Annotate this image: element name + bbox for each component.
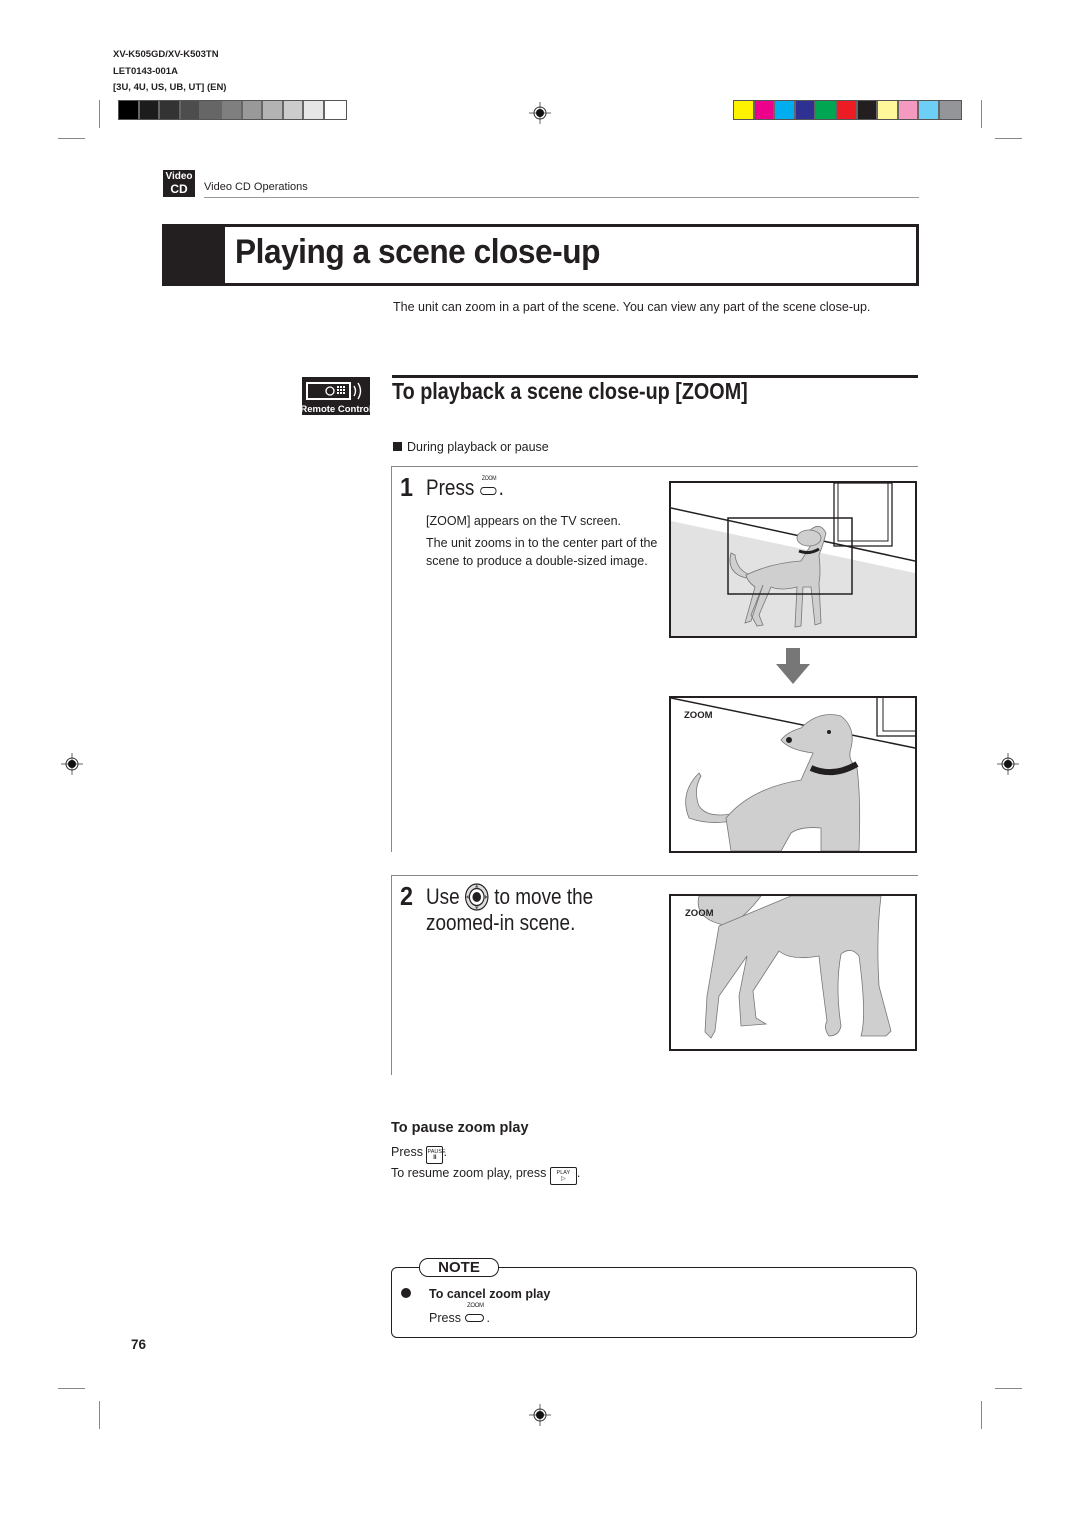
video-cd-badge: Video CD <box>163 170 195 197</box>
square-bullet-icon <box>393 442 402 451</box>
step-1-heading: Press ZOOM. <box>426 475 504 500</box>
tv-screen-moved: ZOOM <box>669 894 917 1051</box>
step-2-number: 2 <box>400 881 414 911</box>
color-swatch <box>939 101 961 119</box>
note-heading: To cancel zoom play <box>429 1287 551 1301</box>
region-codes: [3U, 4U, US, UB, UT] (EN) <box>113 82 227 93</box>
zoom-button-icon: ZOOM <box>480 476 499 497</box>
pause-press-label: Press <box>391 1145 423 1159</box>
crop-mark <box>99 1401 100 1429</box>
step-2-after-icon-text: to move the <box>494 884 594 909</box>
pause-instructions: Press PAUSE II. To resume zoom play, pres… <box>391 1143 580 1185</box>
dog-legs-illustration: ZOOM <box>685 896 892 1039</box>
color-swatch <box>816 101 837 119</box>
crop-mark <box>981 1401 982 1429</box>
color-swatch <box>734 101 755 119</box>
zoom-button-caption: ZOOM <box>481 476 497 482</box>
badge-line-2: CD <box>170 182 188 196</box>
page-number: 76 <box>131 1337 147 1352</box>
dog-zoomed-illustration: ZOOM <box>671 698 915 851</box>
step-1-number: 1 <box>400 472 414 502</box>
color-swatch <box>139 101 161 119</box>
resume-line: To resume zoom play, press PLAY ▷. <box>391 1164 580 1185</box>
zoom-button-icon: ZOOM <box>464 1303 486 1324</box>
pause-key-icon: PAUSE II <box>426 1146 446 1164</box>
pause-line: Press PAUSE II. <box>391 1143 580 1164</box>
color-swatch <box>836 101 858 119</box>
intro-text: The unit can zoom in a part of the scene… <box>393 300 871 314</box>
step-2-heading-line-1: Use to move the <box>426 883 593 911</box>
section-label: Video CD Operations <box>204 181 308 193</box>
zoom-osd-label: ZOOM <box>685 908 714 919</box>
note-press-label: Press <box>429 1311 461 1325</box>
registration-mark-icon <box>529 1404 551 1426</box>
color-swatch <box>795 101 817 119</box>
resume-label: To resume zoom play, press <box>391 1166 547 1180</box>
color-calibration-strip <box>733 100 962 120</box>
title-block-accent <box>165 227 225 283</box>
subsection-title: To playback a scene close-up [ZOOM] <box>392 378 748 404</box>
color-swatch <box>304 101 325 119</box>
color-swatch <box>878 101 899 119</box>
crop-mark <box>58 1388 85 1389</box>
model-number: XV-K505GD/XV-K503TN <box>113 49 219 60</box>
step-1-press-label: Press <box>426 475 475 500</box>
grayscale-calibration-strip <box>118 100 347 120</box>
step-1-line-1: [ZOOM] appears on the TV screen. <box>426 514 621 528</box>
color-swatch <box>160 101 181 119</box>
pause-key-symbol: II <box>433 1155 437 1161</box>
zoom-osd-label: ZOOM <box>684 710 713 721</box>
condition-line: During playback or pause <box>393 440 549 454</box>
color-swatch <box>754 101 776 119</box>
bullet-icon <box>401 1288 411 1298</box>
tv-screen-zoomed: ZOOM <box>669 696 917 853</box>
color-swatch <box>221 101 243 119</box>
down-arrow-icon <box>776 648 810 684</box>
dog-scene-illustration <box>671 483 915 636</box>
cursor-joystick-icon <box>465 883 489 911</box>
condition-text: During playback or pause <box>407 440 549 454</box>
registration-mark-icon <box>997 753 1019 775</box>
document-code: LET0143-001A <box>113 65 178 77</box>
crop-mark <box>99 100 100 128</box>
color-swatch <box>242 101 264 119</box>
note-tag: NOTE <box>419 1258 499 1277</box>
crop-mark <box>981 100 982 128</box>
step-1-body: [ZOOM] appears on the TV screen. The uni… <box>426 512 661 570</box>
color-swatch <box>201 101 222 119</box>
color-swatch <box>775 101 796 119</box>
remote-control-icon: Remote Control <box>302 377 370 415</box>
tv-screen-original <box>669 481 917 638</box>
crop-mark <box>58 138 85 139</box>
section-divider <box>204 197 919 198</box>
color-swatch <box>119 101 140 119</box>
color-swatch <box>180 101 202 119</box>
registration-mark-icon <box>529 102 551 124</box>
note-press-line: Press ZOOM. <box>429 1303 490 1325</box>
color-swatch <box>324 101 346 119</box>
color-swatch <box>919 101 940 119</box>
color-swatch <box>283 101 305 119</box>
print-metadata: XV-K505GD/XV-K503TN LET0143-001A [3U, 4U… <box>113 47 226 97</box>
page-title-box: Playing a scene close-up <box>162 224 919 286</box>
step-1-line-2: The unit zooms in to the center part of … <box>426 536 658 568</box>
pause-heading: To pause zoom play <box>391 1120 529 1136</box>
color-swatch <box>263 101 284 119</box>
color-swatch <box>898 101 920 119</box>
remote-control-label: Remote Control <box>302 404 370 415</box>
color-swatch <box>857 101 879 119</box>
crop-mark <box>995 1388 1022 1389</box>
crop-mark <box>995 138 1022 139</box>
page-title: Playing a scene close-up <box>235 233 600 271</box>
play-key-icon: PLAY ▷ <box>549 1167 577 1185</box>
step-2-heading-line-2: zoomed-in scene. <box>426 910 576 935</box>
registration-mark-icon <box>61 753 83 775</box>
play-key-symbol: ▷ <box>561 1176 566 1182</box>
zoom-button-caption: ZOOM <box>467 1303 484 1309</box>
step-2-use-label: Use <box>426 884 460 909</box>
